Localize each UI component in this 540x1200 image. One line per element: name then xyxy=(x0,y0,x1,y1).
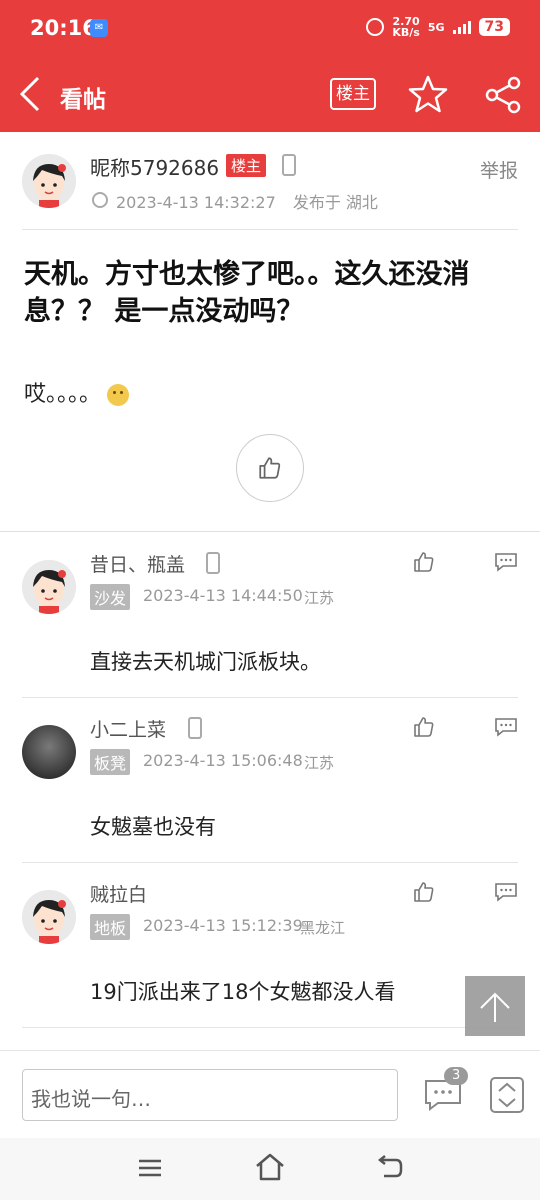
post-title: 天机。方寸也太惨了吧。。这久还没消息？？ 是一点没动吗？ xyxy=(24,259,470,327)
status-right: 2.70 KB/s 5G 73 xyxy=(366,16,510,38)
reply-item: 昔日、瓶盖 沙发 2023-4-13 14:44:50 江苏 直接去天机城门派板… xyxy=(0,532,540,697)
post-body: 哎。。。。 xyxy=(24,376,130,408)
post-location: 发布于 湖北 xyxy=(292,193,378,212)
reply-location: 黑龙江 xyxy=(300,919,346,937)
reply-time: 2023-4-13 15:12:39 xyxy=(143,916,303,935)
avatar[interactable] xyxy=(22,560,76,614)
network-type: 5G xyxy=(427,20,445,34)
floor-tag: 地板 xyxy=(90,914,131,940)
reply-input[interactable]: 我也说一句… xyxy=(22,1069,398,1121)
phone-icon xyxy=(282,154,296,176)
share-icon[interactable] xyxy=(484,76,522,114)
net-speed-unit: KB/s xyxy=(392,26,420,39)
chevron-up-down-icon xyxy=(498,1082,516,1108)
reply-time: 2023-4-13 15:06:48 xyxy=(143,751,303,770)
reply-bar: 我也说一句… 3 xyxy=(0,1050,540,1138)
thumbs-up-icon[interactable] xyxy=(412,880,436,904)
menu-icon[interactable] xyxy=(136,1154,164,1182)
avatar[interactable] xyxy=(22,890,76,944)
reply-text: 19门派出来了18个女魃都没人看 xyxy=(90,980,396,1004)
emoji-icon xyxy=(107,384,130,406)
post-meta: 2023-4-13 14:32:27 发布于 湖北 xyxy=(116,189,390,213)
notification-app-icon: ✉ xyxy=(90,19,108,37)
reply-author[interactable]: 昔日、瓶盖 xyxy=(90,550,185,577)
status-bar: 20:16 ✉ 2.70 KB/s 5G 73 xyxy=(0,0,540,58)
divider xyxy=(22,229,518,230)
avatar[interactable] xyxy=(22,154,76,208)
post-header: 昵称5792686 楼主 举报 2023-4-13 14:32:27 发布于 湖… xyxy=(0,132,540,232)
jump-floor-button[interactable] xyxy=(490,1077,524,1113)
floor-tag: 板凳 xyxy=(90,749,131,775)
battery-icon: 73 xyxy=(478,18,510,36)
comment-icon[interactable] xyxy=(494,717,518,737)
reply-item: 小二上菜 板凳 2023-4-13 15:06:48 江苏 女魃墓也没有 xyxy=(0,697,540,862)
clock-icon xyxy=(92,192,108,208)
net-speed: 2.70 KB/s xyxy=(392,16,419,38)
author-name[interactable]: 昵称5792686 xyxy=(90,152,219,181)
nav-bar: 看帖 楼主 xyxy=(0,58,540,132)
home-icon[interactable] xyxy=(254,1152,286,1182)
reply-location: 江苏 xyxy=(304,754,335,772)
reply-location: 江苏 xyxy=(304,589,335,607)
reply-author[interactable]: 贼拉白 xyxy=(90,880,147,907)
top-bar: 20:16 ✉ 2.70 KB/s 5G 73 看帖 楼主 xyxy=(0,0,540,132)
post-body-text: 哎。。。。 xyxy=(24,382,102,407)
owner-tag: 楼主 xyxy=(226,154,267,177)
divider xyxy=(22,1027,518,1028)
arrow-up-icon xyxy=(480,992,510,1022)
reply-text: 女魃墓也没有 xyxy=(90,815,216,839)
owner-only-button[interactable]: 楼主 xyxy=(330,78,376,110)
back-nav-icon[interactable] xyxy=(376,1154,404,1182)
comment-count-badge: 3 xyxy=(444,1067,469,1085)
thumbs-up-icon xyxy=(259,457,281,479)
star-icon[interactable] xyxy=(408,74,448,114)
system-nav-bar xyxy=(0,1138,540,1200)
avatar[interactable] xyxy=(22,725,76,779)
floor-tag: 沙发 xyxy=(90,584,131,610)
reply-author[interactable]: 小二上菜 xyxy=(90,715,166,742)
comment-icon[interactable] xyxy=(494,882,518,902)
reply-text: 直接去天机城门派板块。 xyxy=(90,650,321,674)
thumbs-up-icon[interactable] xyxy=(412,715,436,739)
signal-icon xyxy=(452,20,471,34)
reply-item: 贼拉白 地板 2023-4-13 15:12:39 黑龙江 19门派出来了18个… xyxy=(0,862,540,1027)
back-to-top-button[interactable] xyxy=(465,976,525,1036)
reply-time: 2023-4-13 14:44:50 xyxy=(143,586,303,605)
status-time: 20:16 xyxy=(30,16,97,40)
back-icon[interactable] xyxy=(18,76,42,112)
like-button[interactable] xyxy=(236,434,304,502)
alarm-icon xyxy=(366,18,385,36)
thumbs-up-icon[interactable] xyxy=(412,550,436,574)
page-title: 看帖 xyxy=(60,87,106,113)
report-button[interactable]: 举报 xyxy=(480,156,518,183)
post-time: 2023-4-13 14:32:27 xyxy=(116,193,276,212)
phone-icon xyxy=(188,717,202,739)
comment-icon[interactable] xyxy=(494,552,518,572)
phone-icon xyxy=(206,552,220,574)
